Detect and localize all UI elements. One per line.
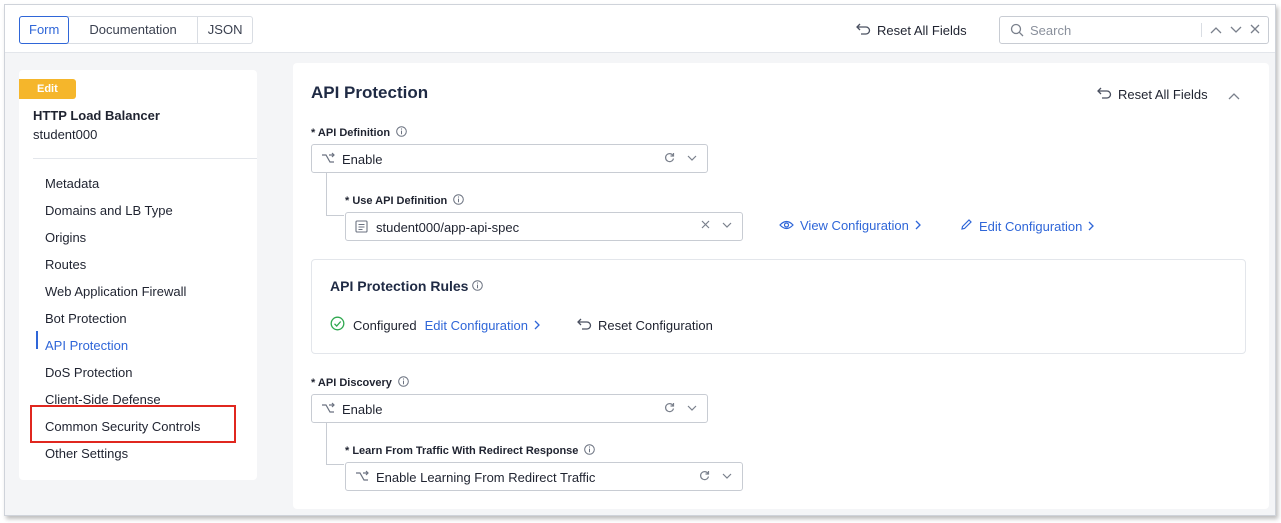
edit-badge: Edit: [19, 79, 76, 99]
sidebar-item-dos-protection[interactable]: DoS Protection: [45, 359, 200, 386]
api-definition-select[interactable]: Enable: [311, 144, 708, 173]
reset-configuration-label: Reset Configuration: [597, 317, 713, 333]
reset-icon: [856, 22, 871, 38]
api-definition-label: * API Definition: [311, 126, 407, 140]
tab-documentation[interactable]: Documentation: [69, 17, 198, 43]
reset-all-fields-label: Reset All Fields: [877, 22, 967, 38]
close-icon[interactable]: [701, 220, 710, 232]
tree-connector: [326, 423, 344, 465]
use-api-definition-label: * Use API Definition: [345, 194, 465, 208]
edit-configuration-label: Edit Configuration: [979, 218, 1083, 234]
rules-edit-configuration-label: Edit Configuration: [424, 317, 528, 333]
sidebar-item-origins[interactable]: Origins: [45, 224, 200, 251]
chevron-down-icon[interactable]: [722, 471, 732, 483]
chevron-down-icon[interactable]: [722, 220, 732, 232]
search-divider: [1201, 22, 1202, 37]
api-definition-label-text: * API Definition: [311, 127, 391, 139]
active-indicator: [36, 331, 38, 349]
check-circle-icon: [330, 316, 345, 334]
api-protection-rules-status-row: Configured Edit Configuration Reset Conf…: [330, 316, 713, 334]
chevron-down-icon[interactable]: [687, 153, 697, 165]
view-configuration-label: View Configuration: [800, 218, 909, 233]
api-discovery-label: * API Discovery: [311, 376, 409, 390]
reset-icon: [1097, 86, 1112, 102]
section-reset-all-fields-button[interactable]: Reset All Fields: [1097, 86, 1208, 102]
sidebar-item-bot-protection[interactable]: Bot Protection: [45, 305, 200, 332]
section-title: API Protection: [311, 83, 429, 102]
tree-connector: [326, 173, 344, 216]
info-icon[interactable]: [396, 126, 407, 140]
reset-icon: [577, 317, 592, 333]
api-discovery-select[interactable]: Enable: [311, 394, 708, 423]
chevron-right-icon: [1088, 219, 1095, 234]
highlight-box: [30, 405, 236, 443]
info-icon[interactable]: [453, 194, 465, 208]
reset-all-fields-button[interactable]: Reset All Fields: [856, 22, 967, 38]
view-configuration-link[interactable]: View Configuration: [779, 218, 922, 233]
api-definition-value: Enable: [342, 152, 383, 167]
tab-form[interactable]: Form: [19, 16, 70, 44]
search-input[interactable]: Search: [1030, 23, 1071, 38]
sidebar-item-web-application-firewall[interactable]: Web Application Firewall: [45, 278, 200, 305]
search-icon: [1010, 23, 1024, 40]
refresh-icon[interactable]: [699, 470, 710, 484]
pencil-icon: [960, 218, 973, 234]
branch-icon: [355, 470, 369, 486]
sidebar-item-metadata[interactable]: Metadata: [45, 170, 200, 197]
rules-edit-configuration-link[interactable]: Edit Configuration: [425, 318, 541, 333]
sidebar-item-routes[interactable]: Routes: [45, 251, 200, 278]
learn-from-traffic-label: * Learn From Traffic With Redirect Respo…: [345, 444, 596, 458]
chevron-right-icon: [534, 318, 541, 333]
list-icon: [355, 220, 368, 236]
section-reset-label: Reset All Fields: [1118, 86, 1208, 102]
branch-icon: [321, 402, 335, 418]
learn-from-traffic-select[interactable]: Enable Learning From Redirect Traffic: [345, 462, 743, 491]
object-type-title: HTTP Load Balancer: [33, 108, 160, 123]
reset-configuration-button[interactable]: Reset Configuration: [577, 317, 713, 333]
tab-json[interactable]: JSON: [198, 17, 253, 43]
learn-from-traffic-label-text: * Learn From Traffic With Redirect Respo…: [345, 445, 579, 457]
view-tabs: Form Documentation JSON: [19, 16, 254, 44]
api-protection-rules-title-text: API Protection Rules: [330, 278, 469, 294]
eye-icon: [779, 218, 794, 233]
top-bar: Form Documentation JSON Reset All Fields…: [5, 5, 1275, 53]
sidebar-item-api-protection[interactable]: API Protection: [45, 332, 200, 359]
object-name: student000: [33, 127, 98, 142]
chevron-down-icon[interactable]: [1230, 22, 1242, 37]
api-protection-rules-title: API Protection Rules: [330, 278, 484, 294]
sidebar-item-other-settings[interactable]: Other Settings: [45, 440, 200, 467]
use-api-definition-value: student000/app-api-spec: [376, 220, 520, 235]
sidebar: Edit HTTP Load Balancer student000 Metad…: [19, 70, 257, 480]
sidebar-item-domains-and-lb-type[interactable]: Domains and LB Type: [45, 197, 200, 224]
info-icon[interactable]: [584, 444, 596, 458]
edit-configuration-link[interactable]: Edit Configuration: [960, 218, 1095, 234]
branch-icon: [321, 152, 335, 168]
chevron-up-icon[interactable]: [1210, 22, 1222, 37]
main-panel: API Protection Reset All Fields * API De…: [293, 63, 1269, 509]
chevron-down-icon[interactable]: [687, 403, 697, 415]
use-api-definition-select[interactable]: student000/app-api-spec: [345, 212, 743, 241]
app-window: Form Documentation JSON Reset All Fields…: [4, 4, 1276, 516]
refresh-icon[interactable]: [664, 402, 675, 416]
search-box[interactable]: Search: [999, 16, 1269, 44]
learn-from-traffic-value: Enable Learning From Redirect Traffic: [376, 470, 596, 485]
api-discovery-value: Enable: [342, 402, 383, 417]
configured-status: Configured: [353, 317, 417, 333]
use-api-definition-label-text: * Use API Definition: [345, 195, 448, 207]
info-icon[interactable]: [472, 278, 484, 294]
refresh-icon[interactable]: [664, 152, 675, 166]
chevron-right-icon: [915, 218, 922, 233]
close-icon[interactable]: [1250, 22, 1260, 37]
api-protection-rules-card: API Protection Rules Configured Edit Con…: [311, 259, 1246, 354]
sidebar-divider: [33, 158, 257, 159]
info-icon[interactable]: [398, 376, 409, 390]
api-discovery-label-text: * API Discovery: [311, 377, 392, 389]
chevron-up-icon[interactable]: [1228, 88, 1240, 103]
